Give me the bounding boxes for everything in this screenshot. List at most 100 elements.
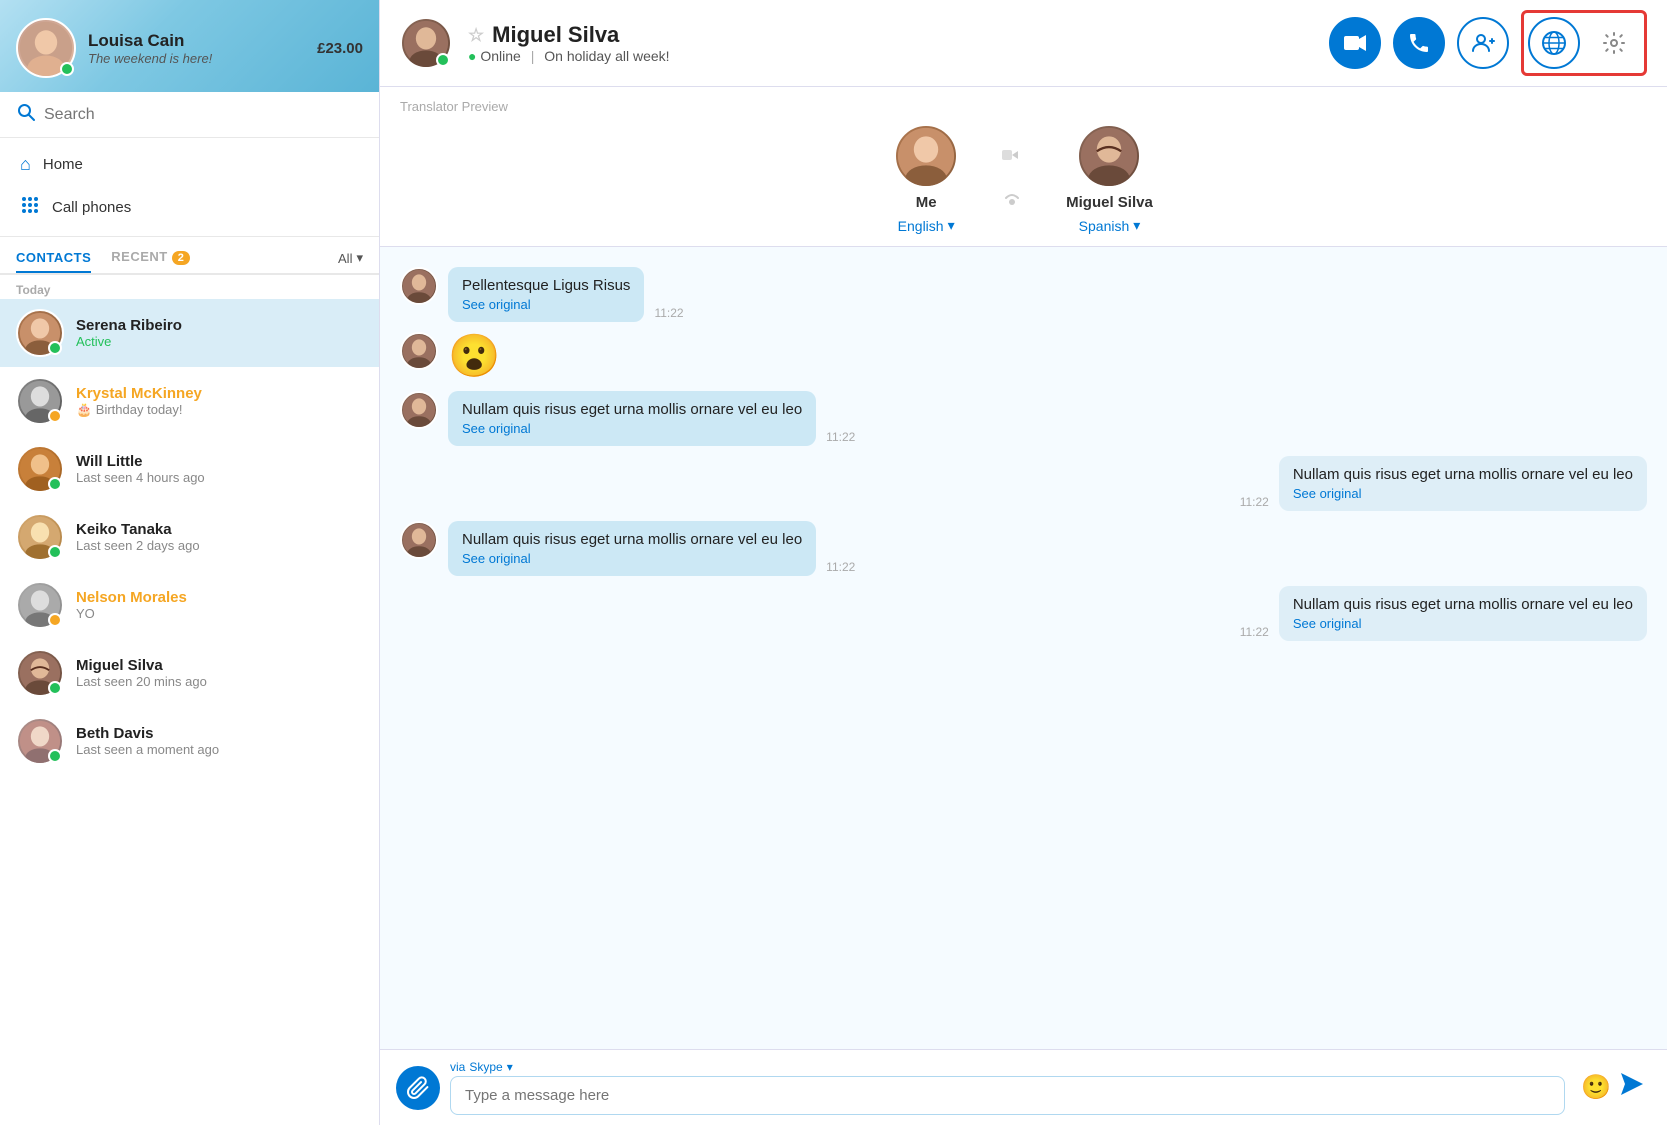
search-icon bbox=[16, 102, 36, 127]
video-call-button[interactable] bbox=[1329, 17, 1381, 69]
list-item[interactable]: Will Little Last seen 4 hours ago bbox=[0, 435, 379, 503]
message-avatar bbox=[400, 267, 438, 305]
emoji-button[interactable]: 🙂 bbox=[1581, 1073, 1611, 1102]
messages-area: Pellentesque Ligus Risus See original 11… bbox=[380, 247, 1667, 1049]
tab-all[interactable]: All ▾ bbox=[338, 250, 363, 266]
header-actions bbox=[1329, 10, 1647, 76]
tab-contacts[interactable]: CONTACTS bbox=[16, 244, 91, 273]
message-bubble: Nullam quis risus eget urna mollis ornar… bbox=[448, 521, 816, 576]
translator-bar: Translator Preview Me English ▾ bbox=[380, 87, 1667, 247]
table-row: Nullam quis risus eget urna mollis ornar… bbox=[400, 456, 1647, 511]
via-skype-label: via Skype ▾ bbox=[450, 1060, 1565, 1074]
message-text: Pellentesque Ligus Risus bbox=[462, 277, 630, 294]
contact-status: Last seen 20 mins ago bbox=[76, 674, 363, 689]
sidebar-item-call-phones[interactable]: Call phones bbox=[0, 185, 379, 230]
input-wrap: via Skype ▾ bbox=[450, 1060, 1565, 1115]
profile-name: Louisa Cain bbox=[88, 31, 305, 51]
translator-me-lang[interactable]: English ▾ bbox=[898, 217, 955, 234]
contact-info: Beth Davis Last seen a moment ago bbox=[76, 725, 363, 757]
input-bar: via Skype ▾ 🙂 bbox=[380, 1049, 1667, 1125]
status-indicator bbox=[48, 477, 62, 491]
see-original-link[interactable]: See original bbox=[462, 297, 630, 312]
status-indicator bbox=[48, 409, 62, 423]
status-indicator bbox=[48, 613, 62, 627]
see-original-link[interactable]: See original bbox=[1293, 616, 1633, 631]
message-time: 11:22 bbox=[1240, 495, 1269, 511]
translator-button[interactable] bbox=[1528, 17, 1580, 69]
tabs-bar: CONTACTS RECENT2 All ▾ bbox=[0, 237, 379, 275]
profile-info: Louisa Cain The weekend is here! bbox=[88, 31, 305, 66]
status-indicator bbox=[48, 341, 62, 355]
table-row: Pellentesque Ligus Risus See original 11… bbox=[400, 267, 1647, 322]
status-indicator bbox=[48, 545, 62, 559]
sidebar: Louisa Cain The weekend is here! £23.00 … bbox=[0, 0, 380, 1125]
message-text: Nullam quis risus eget urna mollis ornar… bbox=[462, 401, 802, 418]
audio-call-button[interactable] bbox=[1393, 17, 1445, 69]
contact-status: Last seen a moment ago bbox=[76, 742, 363, 757]
message-bubble: Nullam quis risus eget urna mollis ornar… bbox=[1279, 456, 1647, 511]
table-row: 😮 bbox=[400, 332, 1647, 381]
skype-link[interactable]: Skype bbox=[469, 1060, 502, 1074]
home-icon: ⌂ bbox=[20, 154, 31, 175]
contact-name: Beth Davis bbox=[76, 725, 363, 742]
see-original-link[interactable]: See original bbox=[462, 551, 802, 566]
contact-avatar-keiko bbox=[16, 513, 64, 561]
attach-button[interactable] bbox=[396, 1066, 440, 1110]
list-item[interactable]: Miguel Silva Last seen 20 mins ago bbox=[0, 639, 379, 707]
nav-items: ⌂ Home Call phones bbox=[0, 138, 379, 237]
profile-balance: £23.00 bbox=[317, 40, 363, 57]
chat-header-status: ● Online | On holiday all week! bbox=[468, 48, 1313, 64]
search-input[interactable] bbox=[44, 106, 363, 124]
translator-me: Me English ▾ bbox=[894, 124, 958, 234]
message-avatar bbox=[400, 332, 438, 370]
list-item[interactable]: Nelson Morales YO bbox=[0, 571, 379, 639]
contact-list: Today Serena Ribeiro Active bbox=[0, 275, 379, 1125]
contact-info: Nelson Morales YO bbox=[76, 589, 363, 621]
settings-button[interactable] bbox=[1588, 17, 1640, 69]
list-item[interactable]: Keiko Tanaka Last seen 2 days ago bbox=[0, 503, 379, 571]
chevron-down-icon: ▾ bbox=[1133, 217, 1140, 234]
table-row: Nullam quis risus eget urna mollis ornar… bbox=[400, 521, 1647, 576]
message-bubble: Nullam quis risus eget urna mollis ornar… bbox=[1279, 586, 1647, 641]
contact-info: Keiko Tanaka Last seen 2 days ago bbox=[76, 521, 363, 553]
message-avatar bbox=[400, 391, 438, 429]
message-avatar bbox=[400, 521, 438, 559]
message-text: Nullam quis risus eget urna mollis ornar… bbox=[1293, 596, 1633, 613]
translator-row: Me English ▾ Miguel Silva Spanish ▾ bbox=[400, 124, 1647, 234]
contact-avatar-serena bbox=[16, 309, 64, 357]
profile-status: The weekend is here! bbox=[88, 51, 305, 66]
translator-them-lang[interactable]: Spanish ▾ bbox=[1079, 217, 1141, 234]
contact-avatar-beth bbox=[16, 717, 64, 765]
translator-them-name: Miguel Silva bbox=[1066, 194, 1153, 211]
contact-name: Serena Ribeiro bbox=[76, 317, 363, 334]
translator-icons bbox=[998, 146, 1026, 212]
my-profile-avatar[interactable] bbox=[16, 18, 76, 78]
add-contact-button[interactable] bbox=[1457, 17, 1509, 69]
message-input[interactable] bbox=[450, 1076, 1565, 1115]
chevron-down-icon[interactable]: ▾ bbox=[507, 1060, 513, 1074]
contact-name: Keiko Tanaka bbox=[76, 521, 363, 538]
translator-me-name: Me bbox=[916, 194, 937, 211]
dialpad-icon bbox=[20, 195, 40, 220]
list-item[interactable]: Krystal McKinney 🎂 Birthday today! bbox=[0, 367, 379, 435]
status-indicator bbox=[60, 62, 74, 76]
see-original-link[interactable]: See original bbox=[462, 421, 802, 436]
message-text: Nullam quis risus eget urna mollis ornar… bbox=[462, 531, 802, 548]
star-icon[interactable]: ☆ bbox=[468, 25, 484, 46]
chevron-down-icon: ▾ bbox=[948, 217, 955, 234]
chat-header-info: ☆ Miguel Silva ● Online | On holiday all… bbox=[468, 22, 1313, 64]
table-row: Nullam quis risus eget urna mollis ornar… bbox=[400, 391, 1647, 446]
contact-status: Last seen 4 hours ago bbox=[76, 470, 363, 485]
tab-recent[interactable]: RECENT2 bbox=[111, 243, 190, 273]
contact-info: Serena Ribeiro Active bbox=[76, 317, 363, 349]
contact-name: Will Little bbox=[76, 453, 363, 470]
list-item[interactable]: Serena Ribeiro Active bbox=[0, 299, 379, 367]
status-indicator bbox=[436, 53, 450, 67]
message-text: Nullam quis risus eget urna mollis ornar… bbox=[1293, 466, 1633, 483]
send-button[interactable] bbox=[1619, 1071, 1645, 1104]
contact-status: 🎂 Birthday today! bbox=[76, 402, 363, 418]
sidebar-item-home[interactable]: ⌂ Home bbox=[0, 144, 379, 185]
see-original-link[interactable]: See original bbox=[1293, 486, 1633, 501]
sidebar-item-label: Call phones bbox=[52, 199, 131, 216]
list-item[interactable]: Beth Davis Last seen a moment ago bbox=[0, 707, 379, 775]
